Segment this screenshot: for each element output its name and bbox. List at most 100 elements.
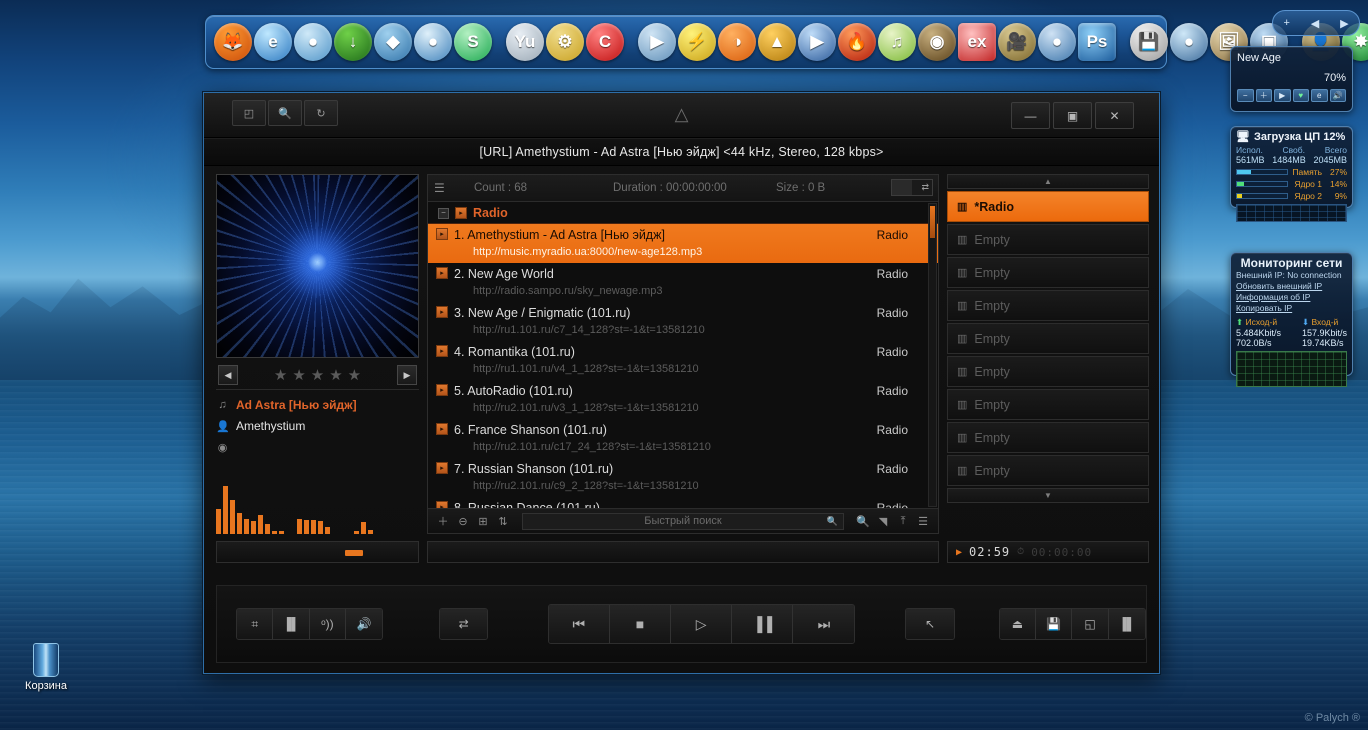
track-play-icon[interactable]: ▸ [436,267,448,279]
track-play-icon[interactable]: ▸ [436,345,448,357]
music-gadget[interactable]: New Age 70% − ＋ ▶ ♥ e 🔊 [1230,46,1353,112]
media-player-classic-icon[interactable]: ▶ [638,23,676,61]
playlist-footer[interactable]: ＋ ⊖ ⊞ ⇅ Быстрый поиск 🔍 🔍 ◥ ⤒ ☰ [428,508,938,533]
seek-slider[interactable] [427,541,939,563]
network-share-icon[interactable]: ◆ [374,23,412,61]
equalizer-button[interactable]: ⌗ [237,609,274,639]
next-art-button[interactable]: ▶ [396,365,417,386]
play-button[interactable]: ▶ [1274,89,1291,102]
playlist-slot[interactable]: ▥ Empty [947,389,1149,420]
opera-globe-icon[interactable]: ● [414,23,452,61]
track-play-icon[interactable]: ▸ [436,501,448,508]
collapse-icon[interactable]: − [438,207,449,219]
playlist-slot[interactable]: ▥ Empty [947,290,1149,321]
network-gadget-link[interactable]: Копировать IP [1236,303,1347,314]
music-gadget-buttons[interactable]: − ＋ ▶ ♥ e 🔊 [1237,89,1346,102]
slots-scroll-up-button[interactable]: ▲ [947,174,1149,189]
transport-right-group[interactable]: ⏏ 💾 ◱ ▐▌ [998,608,1146,640]
search-icon[interactable]: 🔍 [827,516,838,527]
group-view-button[interactable]: ⊞ [473,513,493,530]
playlist-track-row[interactable]: ▸ 6. France Shanson (101.ru) Radio http://r… [428,419,938,458]
playlist-slot[interactable]: ▥ Empty [947,323,1149,354]
find-button[interactable]: 🔍 [853,513,873,530]
network-gadget-link[interactable]: Обновить внешний IP [1236,281,1347,292]
transport-main-group[interactable]: ⏮ ■ ▷ ▐▐ ⏭ [547,604,856,644]
track-play-icon[interactable]: ▸ [436,423,448,435]
video-reel-icon[interactable]: ● [1038,23,1076,61]
playlist-slot[interactable]: ▥ Empty [947,224,1149,255]
scroll-to-top-button[interactable]: ⤒ [893,513,913,530]
mute-button[interactable]: 🔊 [346,609,383,639]
playlist-view-toggle[interactable]: ⇄ [891,179,933,196]
exact-audio-copy-icon[interactable]: ex [958,23,996,61]
playlist-scrollbar[interactable] [928,203,937,507]
playlist-slots-panel[interactable]: ▲ ▥ *Radio ▥ Empty ▥ Empty ▥ Empty ▥ Empty ▥ Empty ▥… [947,174,1149,534]
playlist-track-row[interactable]: ▸ 4. Romantika (101.ru) Radio http://ru1.10… [428,341,938,380]
favorite-button[interactable]: ♥ [1292,89,1309,102]
taskbar-dock[interactable]: 🦊e●↓◆●SYu⚙C▶⚡◑▲▶🔥♫◉ex🎥●Ps💾●🖼▣👤✸⏻ [205,15,1368,69]
shuffle-group[interactable]: ⇄ [438,608,489,640]
playlist-menu-button[interactable]: ☰ [913,513,933,530]
sound-effects-button[interactable]: ᵒ)) [309,609,347,639]
minimize-button[interactable]: — [1011,102,1050,129]
playlist-track-row[interactable]: ▸ 7. Russian Shanson (101.ru) Radio http://… [428,458,938,497]
transport-restore-group[interactable]: ↖ [905,608,955,640]
winamp-icon[interactable]: ⚡ [678,23,716,61]
restore-button[interactable]: ▣ [1053,102,1092,129]
transport-left-group[interactable]: ⌗ ▐▌ ᵒ)) 🔊 [236,608,384,640]
rating-star-2[interactable]: ★ [292,366,305,384]
firefox-icon[interactable]: 🦊 [214,23,252,61]
browser-button[interactable]: e [1311,89,1328,102]
playlist-track-row[interactable]: ▸ 1. Amethystium - Ad Astra [Нью эйдж] Rad… [428,224,938,263]
playlist-track-row[interactable]: ▸ 3. New Age / Enigmatic (101.ru) Radio htt… [428,302,938,341]
playlist-track-row[interactable]: ▸ 8. Russian Dance (101.ru) Radio [428,497,938,508]
open-playlist-button[interactable]: ◱ [1072,609,1109,639]
play-button[interactable]: ▷ [671,605,733,643]
prev-art-button[interactable]: ◀ [218,365,238,386]
track-play-icon[interactable]: ▸ [436,228,448,240]
panel-toggle-button[interactable]: ▐▌ [1108,609,1145,639]
add-track-button[interactable]: ＋ [433,513,453,530]
playlist-track-row[interactable]: ▸ 2. New Age World Radio http://radio.sampo… [428,263,938,302]
slots-scroll-down-button[interactable]: ▼ [947,488,1149,503]
cd-audio-icon[interactable]: ♫ [878,23,916,61]
seek-strip[interactable]: ▶ 02:59 ⏱ 00:00:00 [204,534,1159,571]
close-button[interactable]: ✕ [1095,102,1134,129]
quicktime-icon[interactable]: ▶ [798,23,836,61]
ccleaner-icon[interactable]: C [586,23,624,61]
playlist-slot[interactable]: ▥ Empty [947,422,1149,453]
album-art[interactable] [216,174,419,359]
internet-explorer-icon[interactable]: e [254,23,292,61]
jump-to-button[interactable]: ◥ [873,513,893,530]
download-manager-icon[interactable]: ↓ [334,23,372,61]
dock-add-icon[interactable]: + [1283,17,1289,29]
transport-bar[interactable]: ⌗ ▐▌ ᵒ)) 🔊 ⇄ ⏮ ■ ▷ ▐▐ ⏭ ↖ ⏏ 💾 ◱ ▐▌ [216,585,1147,663]
playlist-slot[interactable]: ▥ Empty [947,455,1149,486]
quick-search-input[interactable]: Быстрый поиск 🔍 [522,512,844,530]
globe-tools-icon[interactable]: ● [1170,23,1208,61]
nero-burn-icon[interactable]: 🔥 [838,23,876,61]
playlist-body[interactable]: − ▸ Radio ▸ 1. Amethystium - Ad Astra [Нь… [428,202,938,508]
aimp-player-window[interactable]: ◰ 🔍 ↻ △ — ▣ ✕ [URL] Amethystium - Ad Astra [… [203,92,1160,674]
volume-down-button[interactable]: − [1237,89,1254,102]
recycle-bin[interactable]: Корзина [16,643,76,692]
volume-slider[interactable] [216,541,419,563]
rating-star-1[interactable]: ★ [274,366,287,384]
playlist-panel[interactable]: ☰ Count : 68 Duration : 00:00:00:00 Size… [427,174,939,534]
network-gadget[interactable]: Мониторинг сети Внешний IP: No connectio… [1230,252,1353,387]
track-play-icon[interactable]: ▸ [436,306,448,318]
stop-button[interactable]: ■ [609,605,672,643]
audio-editor-icon[interactable]: ◉ [918,23,956,61]
rating-star-4[interactable]: ★ [329,366,342,384]
eject-button[interactable]: ⏏ [999,609,1037,639]
previous-track-button[interactable]: ⏮ [548,605,610,643]
aimp-icon[interactable]: ◑ [718,23,756,61]
playlist-slot[interactable]: ▥ Empty [947,356,1149,387]
settings-gear-icon[interactable]: ⚙ [546,23,584,61]
browser-globe-icon[interactable]: ● [294,23,332,61]
rating-stars[interactable]: ★ ★ ★ ★ ★ [274,366,361,384]
network-gadget-link[interactable]: Информация об IP [1236,292,1347,303]
remove-track-button[interactable]: ⊖ [453,513,473,530]
yu-torrent-icon[interactable]: Yu [506,23,544,61]
playlist-scroll-thumb[interactable] [930,206,935,238]
